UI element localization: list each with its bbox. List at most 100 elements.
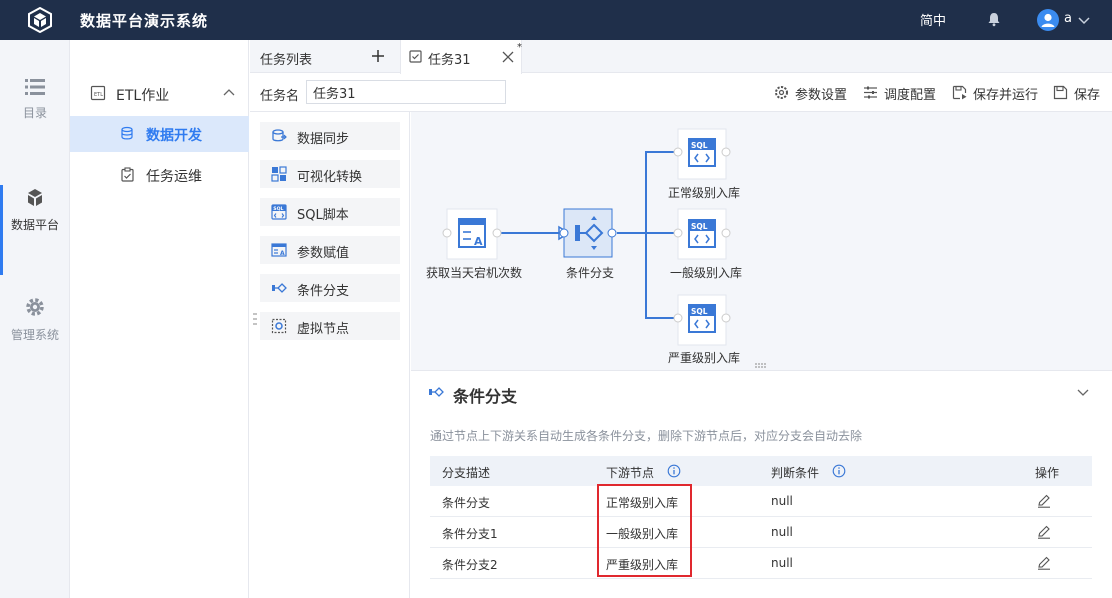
palette-item-label: 虚拟节点 (297, 322, 350, 337)
flow-canvas[interactable]: A SQL SQL SQL 获取当天宕机次数 条件分支 正常级别入库 一般级别入… (411, 112, 1112, 370)
condition: null (771, 494, 793, 508)
params-label: 参数设置 (795, 88, 848, 103)
logo-icon (28, 7, 52, 33)
column-header: 分支描述 (442, 466, 491, 480)
node-label-source: 获取当天宕机次数 (426, 266, 523, 280)
nav-item-label: 数据开发 (146, 128, 202, 144)
cube-icon (28, 189, 42, 206)
svg-text:A: A (474, 235, 483, 248)
save-run-icon (952, 85, 967, 100)
node-label-normal: 正常级别入库 (668, 186, 741, 200)
info-icon[interactable] (667, 464, 681, 478)
rail-item-admin[interactable]: 管理系统 (0, 296, 70, 386)
palette-item-param-assign[interactable]: A 参数赋值 (260, 236, 400, 264)
rail-label: 数据平台 (10, 218, 59, 232)
nav-item-data-dev[interactable]: 数据开发 (70, 116, 249, 152)
palette-item-virtual-node[interactable]: 虚拟节点 (260, 312, 400, 340)
svg-text:ETL: ETL (94, 92, 103, 98)
rail-item-data-platform[interactable]: 数据平台 (0, 185, 70, 275)
sql-badge: SQL (691, 222, 708, 231)
condition: null (771, 556, 793, 570)
palette-item-sql-script[interactable]: SQL SQL脚本 (260, 198, 400, 226)
rail-item-catalog[interactable]: 目录 (0, 78, 70, 168)
task-name-label: 任务名 (260, 89, 300, 104)
palette-item-data-sync[interactable]: 数据同步 (260, 122, 400, 150)
user-name[interactable]: a (1064, 11, 1072, 26)
sql-icon: SQL (271, 204, 287, 220)
node-label-severe: 严重级别入库 (668, 351, 741, 365)
bell-icon[interactable] (986, 11, 1002, 27)
sql-badge: SQL (691, 141, 708, 150)
schedule-label: 调度配置 (884, 88, 937, 103)
task-list-tab[interactable]: 任务列表 (260, 49, 312, 68)
palette-item-condition-branch[interactable]: 条件分支 (260, 274, 400, 302)
node-label-general: 一般级别入库 (670, 266, 743, 280)
tab-label: 任务31 (428, 53, 471, 68)
palette-item-label: 参数赋值 (297, 246, 350, 261)
task-icon (409, 50, 422, 63)
virtual-node-icon (271, 318, 287, 334)
chevron-up-icon[interactable] (222, 86, 236, 100)
task-header: 任务名 参数设置 调度配置 保存并运行 保存 (250, 74, 1112, 112)
edit-icon[interactable] (1037, 494, 1051, 508)
rail-label: 目录 (22, 106, 47, 120)
canvas-resize-handle[interactable] (755, 363, 766, 368)
branch-desc: 条件分支2 (442, 558, 498, 572)
flow-graph: A SQL SQL SQL (442, 128, 766, 368)
unsaved-mark: * (517, 42, 522, 53)
panel-title: 条件分支 (453, 387, 518, 406)
task-name-input[interactable] (306, 80, 506, 104)
icon-rail: 目录 数据平台 管理系统 (0, 40, 70, 598)
top-bar: 数据平台演示系统 简中 a (0, 0, 1112, 40)
info-icon[interactable] (832, 464, 846, 478)
branch-desc: 条件分支 (442, 496, 491, 510)
resize-handle[interactable] (253, 312, 257, 326)
column-header: 操作 (1035, 466, 1060, 480)
node-branch[interactable] (559, 208, 617, 258)
save-icon (1053, 85, 1068, 100)
tabs-bar: 任务列表 任务31 * (250, 40, 1112, 74)
node-palette: 数据同步 可视化转换 SQL SQL脚本 A 参数赋值 条件分支 虚拟节点 (250, 112, 410, 598)
transform-icon (271, 166, 287, 182)
edit-icon[interactable] (1037, 525, 1051, 539)
condition: null (771, 525, 793, 539)
sliders-icon (864, 86, 877, 99)
chevron-down-icon[interactable] (1076, 385, 1090, 399)
param-assign-icon: A (271, 243, 287, 257)
node-target-general[interactable]: SQL (673, 208, 731, 260)
node-source[interactable]: A (442, 208, 502, 260)
branch-icon (429, 387, 444, 397)
table-row: 条件分支2 严重级别入库 null (430, 548, 1092, 579)
table-row: 条件分支 正常级别入库 null (430, 486, 1092, 517)
data-sync-icon (272, 129, 287, 142)
chevron-down-icon[interactable] (1077, 13, 1091, 27)
node-target-normal[interactable]: SQL (673, 128, 731, 180)
rail-label: 管理系统 (10, 328, 59, 342)
plus-icon[interactable] (371, 49, 385, 63)
table-header: 分支描述 下游节点 判断条件 操作 (430, 456, 1092, 486)
avatar[interactable] (1037, 9, 1059, 31)
language-switch[interactable]: 简中 (920, 10, 946, 29)
nav-item-label: 任务运维 (146, 169, 202, 185)
user-icon (1041, 13, 1055, 27)
palette-item-label: SQL脚本 (297, 208, 349, 223)
palette-item-label: 数据同步 (297, 132, 350, 147)
palette-item-visual-transform[interactable]: 可视化转换 (260, 160, 400, 188)
nav-item-task-ops[interactable]: 任务运维 (70, 157, 249, 193)
edit-icon[interactable] (1037, 556, 1051, 570)
secondary-nav: ETL ETL作业 数据开发 任务运维 (70, 40, 249, 598)
column-header: 判断条件 (771, 466, 820, 480)
settings-icon (775, 86, 788, 99)
save-label: 保存 (1074, 88, 1101, 103)
table-row: 条件分支1 一般级别入库 null (430, 517, 1092, 548)
nav-group-etl[interactable]: ETL ETL作业 (70, 77, 249, 111)
database-icon (121, 126, 133, 140)
close-icon[interactable] (502, 51, 514, 63)
nav-group-label: ETL作业 (116, 88, 170, 104)
sql-badge: SQL (691, 307, 708, 316)
palette-item-label: 可视化转换 (297, 170, 363, 185)
tab-task31[interactable]: 任务31 * (400, 40, 522, 74)
svg-text:SQL: SQL (273, 206, 283, 212)
node-target-severe[interactable]: SQL (673, 294, 731, 346)
branch-icon (272, 283, 287, 293)
